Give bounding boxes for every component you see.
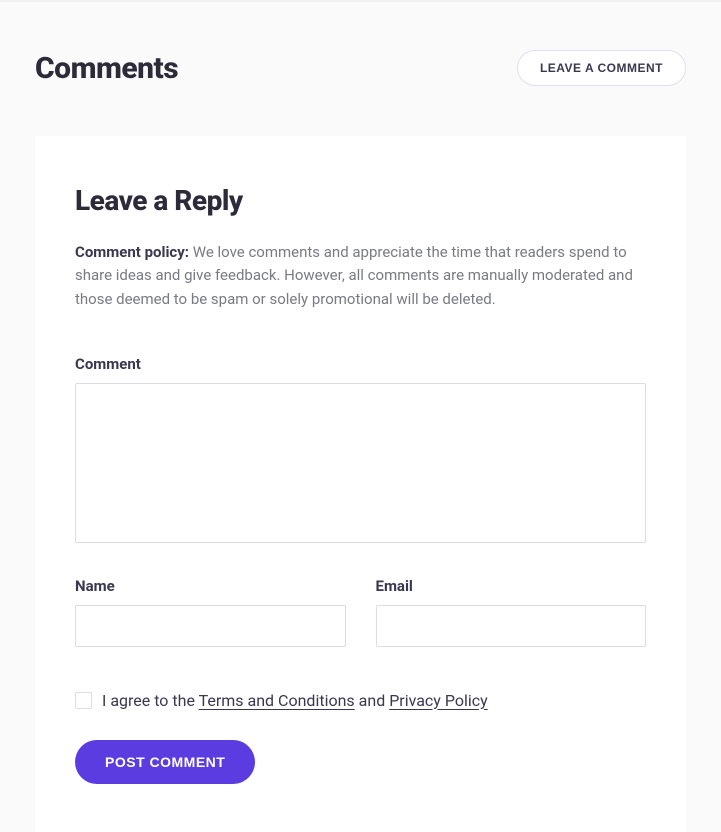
email-label: Email: [376, 577, 647, 595]
agree-mid: and: [355, 691, 390, 710]
agree-prefix: I agree to the: [102, 691, 199, 710]
agree-row: I agree to the Terms and Conditions and …: [75, 691, 646, 710]
policy-label: Comment policy:: [75, 243, 189, 261]
name-label: Name: [75, 577, 346, 595]
header-row: Comments LEAVE A COMMENT: [0, 2, 721, 116]
post-comment-button[interactable]: POST COMMENT: [75, 740, 255, 784]
page-title: Comments: [35, 51, 178, 86]
comment-policy: Comment policy: We love comments and app…: [75, 241, 646, 311]
email-col: Email: [376, 577, 647, 647]
email-input[interactable]: [376, 605, 647, 647]
agree-checkbox[interactable]: [75, 692, 92, 709]
name-col: Name: [75, 577, 346, 647]
privacy-link[interactable]: Privacy Policy: [389, 691, 488, 710]
name-input[interactable]: [75, 605, 346, 647]
comment-form-card: Leave a Reply Comment policy: We love co…: [35, 136, 686, 832]
agree-text: I agree to the Terms and Conditions and …: [102, 691, 488, 710]
terms-link[interactable]: Terms and Conditions: [199, 691, 355, 710]
comment-textarea[interactable]: [75, 383, 646, 543]
form-title: Leave a Reply: [75, 184, 646, 217]
comment-label: Comment: [75, 355, 646, 373]
name-email-row: Name Email: [75, 577, 646, 647]
leave-a-comment-button[interactable]: LEAVE A COMMENT: [517, 50, 686, 86]
